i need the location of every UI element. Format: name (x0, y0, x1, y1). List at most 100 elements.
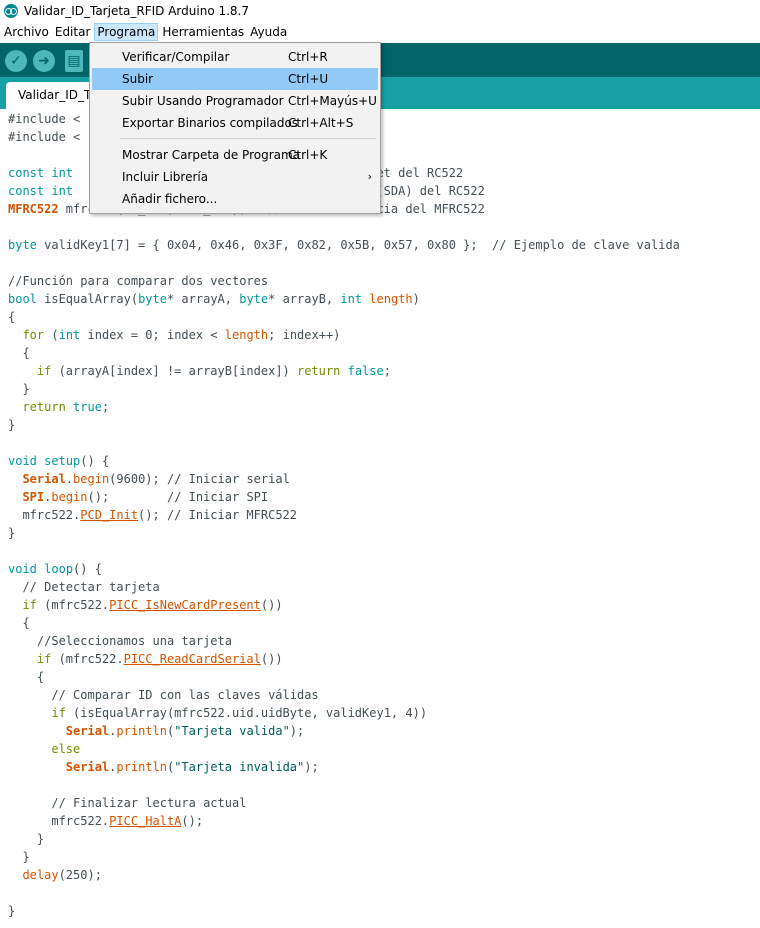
code-token: PICC_ReadCardSerial (123, 652, 261, 666)
code-token: "Tarjeta valida" (174, 724, 290, 738)
menu-item-label: Mostrar Carpeta de Programa (122, 148, 301, 162)
menu-item-label: Subir (122, 72, 154, 86)
verify-button[interactable]: ✓ (5, 50, 27, 72)
menu-ayuda[interactable]: Ayuda (248, 23, 289, 41)
menu-item-subir[interactable]: Subir Ctrl+U (92, 68, 378, 90)
menu-separator (120, 138, 376, 139)
upload-button[interactable]: ➜ (33, 50, 55, 72)
code-line: void loop() { (0, 560, 760, 578)
code-token: ()) (260, 652, 283, 666)
code-token: MFRC522 (8, 202, 59, 216)
code-token: void (8, 562, 37, 576)
menu-item-añadir-fichero[interactable]: Añadir fichero... (92, 188, 378, 210)
code-token: } (8, 904, 16, 918)
code-token: // Detectar tarjeta (8, 580, 160, 594)
code-token: mfrc522. (8, 814, 110, 828)
code-token: //Seleccionamos una tarjeta (8, 634, 232, 648)
code-token: { (8, 346, 30, 360)
code-line: mfrc522.PCD_Init(); // Iniciar MFRC522 (0, 506, 760, 524)
code-token: byte (239, 292, 269, 306)
code-token: length (224, 328, 269, 342)
code-token: (250); (58, 868, 102, 882)
code-token: ) (412, 292, 420, 306)
code-line: Serial.println("Tarjeta valida"); (0, 722, 760, 740)
menu-item-label: Subir Usando Programador (122, 94, 284, 108)
code-token: ; (383, 364, 391, 378)
menu-item-shortcut: Ctrl+Mayús+U (288, 94, 377, 108)
code-token: Serial (65, 724, 110, 738)
code-token: int (340, 292, 363, 306)
code-token: ; (101, 400, 110, 414)
menu-editar[interactable]: Editar (53, 23, 93, 41)
menu-item-mostrar-carpeta-de-programa[interactable]: Mostrar Carpeta de Programa Ctrl+K (92, 144, 378, 166)
code-token: (); // Iniciar SPI (87, 490, 269, 504)
code-line: if (isEqualArray(mfrc522.uid.uidByte, va… (0, 704, 760, 722)
arduino-logo-icon (4, 4, 18, 18)
programa-menu: Verificar/Compilar Ctrl+R Subir Ctrl+U Subir… (89, 42, 381, 214)
code-line: { (0, 308, 760, 326)
code-token: byte (138, 292, 167, 306)
menu-item-subir-usando-programador[interactable]: Subir Usando Programador Ctrl+Mayús+U (92, 90, 378, 112)
code-line: } (0, 524, 760, 542)
menu-programa[interactable]: Programa (94, 23, 159, 41)
menu-item-verificar-compilar[interactable]: Verificar/Compilar Ctrl+R (92, 46, 378, 68)
code-token: (9600); // Iniciar serial (109, 472, 290, 486)
code-token: delay (22, 868, 59, 882)
code-line: else (0, 740, 760, 758)
code-token: // Comparar ID con las claves válidas (8, 688, 319, 702)
code-token: (); (181, 814, 204, 828)
code-line: return true; (0, 398, 760, 416)
menu-item-label: Añadir fichero... (122, 192, 218, 206)
code-token: false (347, 364, 384, 378)
code-token: PICC_IsNewCardPresent (109, 598, 261, 612)
code-token: { (8, 310, 16, 324)
menu-item-incluir-librería[interactable]: Incluir Librería › (92, 166, 378, 188)
code-line: void setup() { (0, 452, 760, 470)
code-line: // Comparar ID con las claves válidas (0, 686, 760, 704)
code-line: // Finalizar lectura actual (0, 794, 760, 812)
code-token: { (8, 616, 30, 630)
code-line: { (0, 614, 760, 632)
menu-item-shortcut: Ctrl+Alt+S (288, 116, 354, 130)
new-button[interactable]: ▤ (65, 50, 83, 72)
code-token: loop (44, 562, 74, 576)
menu-item-exportar-binarios-compilados[interactable]: Exportar Binarios compilados Ctrl+Alt+S (92, 112, 378, 134)
code-token: validKey1[7] = { 0x04, 0x46, 0x3F, 0x82,… (36, 238, 680, 252)
code-token: } (8, 850, 30, 864)
code-line: Serial.println("Tarjeta invalida"); (0, 758, 760, 776)
code-token: #include < (8, 130, 81, 144)
code-token: bool (8, 292, 37, 306)
code-token: begin (51, 490, 88, 504)
code-token: } (8, 418, 16, 432)
code-line: byte validKey1[7] = { 0x04, 0x46, 0x3F, … (0, 236, 760, 254)
code-token: { (8, 670, 45, 684)
code-token: ()) (260, 598, 283, 612)
menu-herramientas[interactable]: Herramientas (160, 23, 246, 41)
code-line: } (0, 830, 760, 848)
code-token: } (8, 832, 45, 846)
code-token: "Tarjeta invalida" (174, 760, 305, 774)
code-token: void (8, 454, 37, 468)
code-token: return (22, 400, 66, 414)
code-line: delay(250); (0, 866, 760, 884)
code-token: Serial (22, 472, 66, 486)
code-token: } (8, 526, 16, 540)
menu-archivo[interactable]: Archivo (2, 23, 51, 41)
code-token: ( (44, 328, 59, 342)
code-token: * arrayA, (166, 292, 240, 306)
code-editor[interactable]: #include <#include < const int reset del… (0, 110, 760, 928)
code-token: () { (73, 562, 102, 576)
code-token: (arrayA[index] != arrayB[index]) (51, 364, 297, 378)
code-token: PICC_HaltA (109, 814, 182, 828)
code-line: //Función para comparar dos vectores (0, 272, 760, 290)
code-token: return (297, 364, 341, 378)
code-token: } (8, 382, 30, 396)
